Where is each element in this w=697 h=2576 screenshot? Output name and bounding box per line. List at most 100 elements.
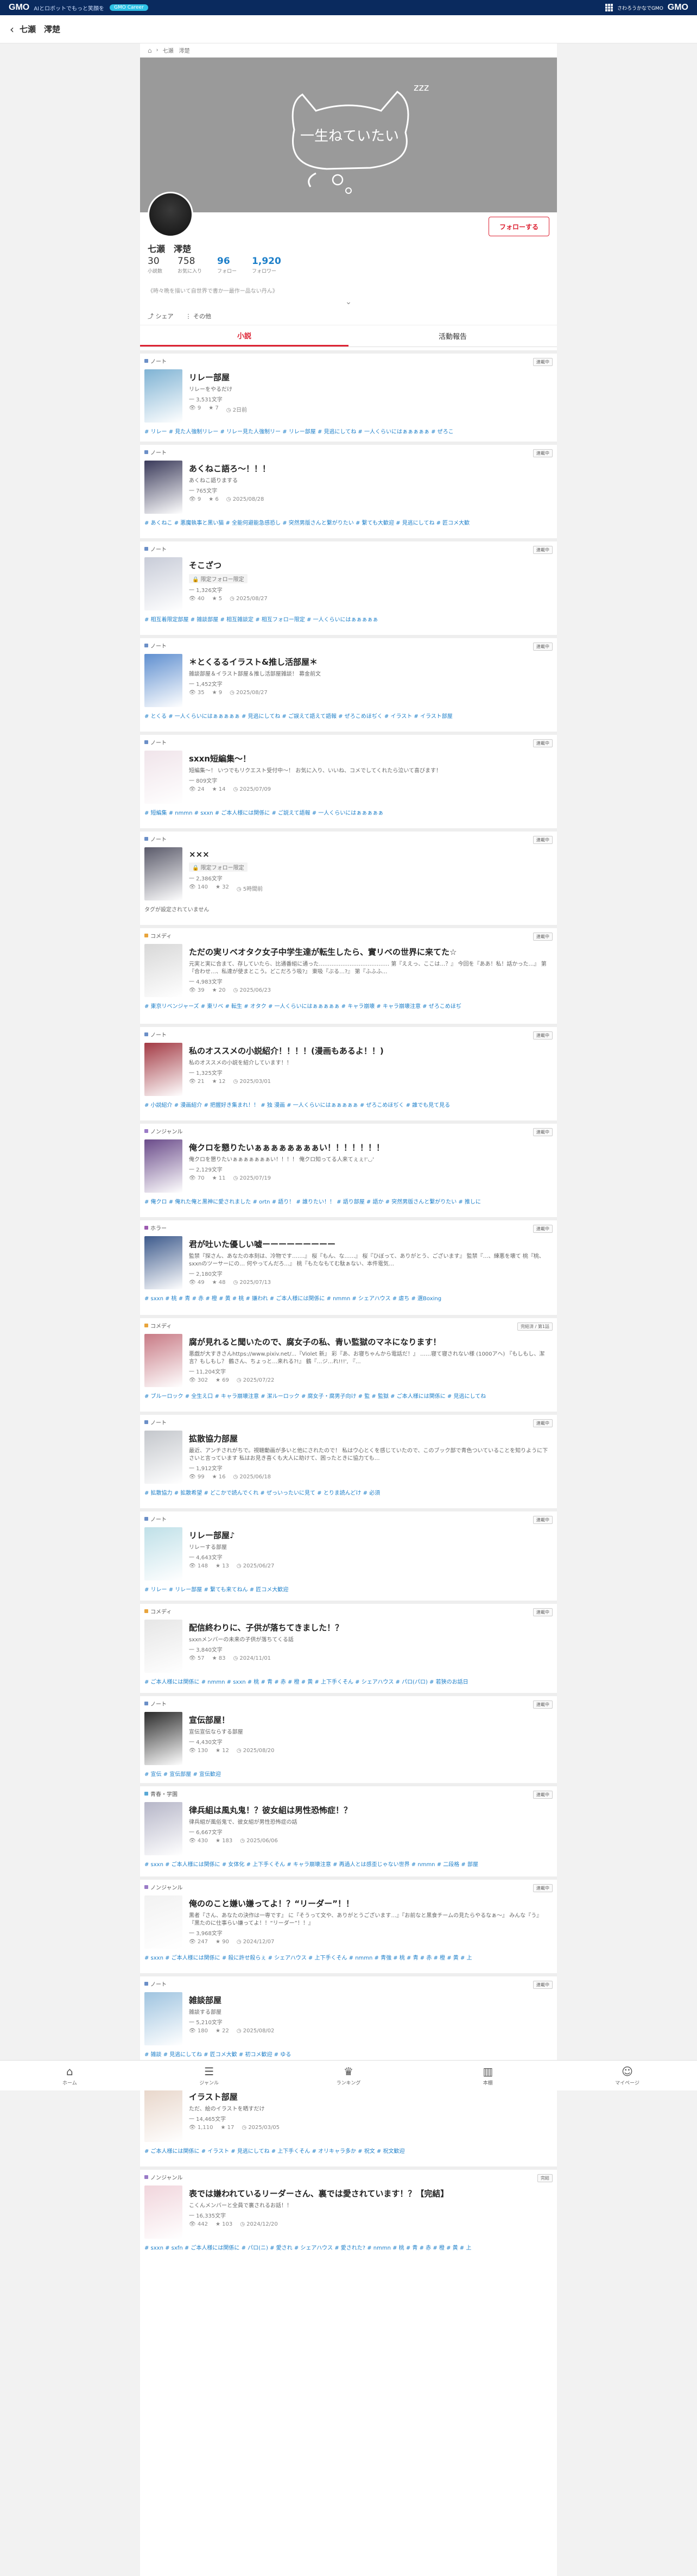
novel-tags[interactable]: # 短編集 # nmmn # sxxn # ご本人様には関係に # ご説えて語報…: [144, 808, 553, 816]
tab-novels[interactable]: 小説: [140, 325, 348, 347]
novel-title[interactable]: 俺クロを懇りたいぁぁぁぁぁぁぁぁい！！！！！！！: [189, 1142, 553, 1153]
novel-title[interactable]: 表では嫌われているリーダーさん、裏では愛されています！？【完結】: [189, 2188, 553, 2199]
novel-card[interactable]: ノンジャンル 連載中 俺ののこと嫌い嫌ってよ！？“リーダー”！！ 黒者『さん、あなたの…: [140, 1876, 557, 1973]
novel-tags[interactable]: # 拡散協力 # 拡散希望 # どこかで読んでくれ # ぜっいったいに見て # …: [144, 1488, 553, 1496]
novel-card[interactable]: ノート 連載中 リレー部屋♪ リレーする部屋一 4,643文字 👁 148 ★ 13 ◷ 2…: [140, 1508, 557, 1601]
novel-tags[interactable]: # sxxn # 桃 # 青 # 赤 # 橙 # 黄 # 桃 # 嫌われ # ご…: [144, 1294, 553, 1301]
novel-thumbnail[interactable]: [144, 461, 182, 514]
novel-tags[interactable]: # 小説紹介 # 漫画紹介 # 把握好き集まれ！！ # 独 漫画 # 一人くらい…: [144, 1100, 553, 1108]
back-arrow-icon[interactable]: ‹: [10, 23, 14, 36]
novel-title[interactable]: ただの実リベオタク女子中学生達が転生したら、實リベの世界に来てた☆: [189, 946, 553, 958]
home-icon[interactable]: ⌂: [148, 47, 152, 54]
novel-card[interactable]: コメディ 完結済 / 第1話 腐が見れると聞いたので、腐女子の私、青い監獄のマネにな…: [140, 1315, 557, 1412]
novel-thumbnail[interactable]: [144, 1895, 182, 1949]
novel-tags[interactable]: # 俺クロ # 俺れた俺と黒神に愛されました # ortn # 語り！ # 誰り…: [144, 1197, 553, 1205]
novel-card[interactable]: ノート 連載中 sxxn短編集～！ 短編集～！ いつでもリクエスト受付中～！ お気に入…: [140, 732, 557, 828]
novel-thumbnail[interactable]: [144, 944, 182, 997]
novel-title[interactable]: リレー部屋: [189, 371, 553, 383]
novel-card[interactable]: ホラー 連載中 君が吐いた優しい嘘ーーーーーーーーー 監禁『探さん、あなたの本刻は、冷…: [140, 1217, 557, 1315]
novel-tags[interactable]: # ご本人様には関係に # nmmn # sxxn # 桃 # 青 # 赤 # …: [144, 1677, 553, 1685]
nav-item-2[interactable]: ♛ ランキング: [279, 2061, 419, 2090]
novel-thumbnail[interactable]: [144, 1802, 182, 1855]
novel-title[interactable]: sxxn短編集～！: [189, 753, 553, 764]
novel-card[interactable]: ノート 連載中 ＊とくるるイラスト&推し活部屋＊ 雑談部屋＆イラスト部屋＆推し活部屋雑…: [140, 635, 557, 732]
novel-card[interactable]: ノート 連載中 拡散協力部屋 最近、アンチされがちで。視聴動画が多いと他にされたので！…: [140, 1412, 557, 1508]
novel-title[interactable]: 律兵組は風丸鬼！？彼女組は男性恐怖症！？: [189, 1804, 553, 1816]
novel-thumbnail[interactable]: [144, 847, 182, 900]
novel-tags[interactable]: # あくねこ # 悪魔執事と黒い猫 # 全能何避能急感恐し # 突然男版さんと繋…: [144, 518, 553, 526]
novel-tags[interactable]: # sxxn # ご本人様には関係に # 殺に許せ殺らぇ # シェアハウス # …: [144, 1953, 553, 1961]
novel-thumbnail[interactable]: [144, 1712, 182, 1765]
novel-card[interactable]: ノート 連載中 そこざつ 🔒 限定フォロー限定一 1,326文字 👁 40 ★ 5 ◷ 20…: [140, 538, 557, 635]
gmo-logo[interactable]: GMO: [9, 3, 29, 12]
novel-title[interactable]: 腐が見れると聞いたので、腐女子の私、青い監獄のマネになります！: [189, 1336, 553, 1347]
novel-thumbnail[interactable]: [144, 1139, 182, 1193]
novel-card[interactable]: ノート 連載中 宣伝部屋！ 宣伝宣伝ならする部屋一 4,430文字 👁 130 ★ 12 ◷…: [140, 1693, 557, 1783]
updated-value: 2025/08/28: [232, 496, 264, 502]
novel-tags[interactable]: # 東京リベンジャーズ # 東リベ # 転生 # オタク # 一人くらいにはぁぁ…: [144, 1002, 553, 1009]
novel-thumbnail[interactable]: [144, 654, 182, 707]
breadcrumb-item[interactable]: 七瀬 澪楚: [163, 46, 190, 54]
novel-card[interactable]: ノート 連載中 リレー部屋 リレーをやるだけ一 3,531文字 👁 9 ★ 7 ◷ 2日前 #…: [140, 350, 557, 442]
expand-chevron-icon[interactable]: ⌄: [140, 298, 557, 307]
avatar[interactable]: [148, 192, 193, 237]
novel-tags[interactable]: # とくる # 一人くらいにはぁぁぁぁぁ # 見逃にしてね # ご誤えて語えて語…: [144, 711, 553, 719]
novel-thumbnail[interactable]: [144, 2089, 182, 2142]
novel-thumbnail[interactable]: [144, 1620, 182, 1673]
novel-card[interactable]: ノート 連載中 あくねこ語ろ～！！！ あくねこ語りまする一 765文字 👁 9 ★ 6 ◷ …: [140, 442, 557, 538]
nav-item-1[interactable]: ☰ ジャンル: [140, 2061, 279, 2090]
tab-activity-reports[interactable]: 活動報告: [348, 325, 557, 347]
novel-title[interactable]: リレー部屋♪: [189, 1529, 553, 1541]
novel-title[interactable]: 宣伝部屋！: [189, 1714, 553, 1725]
novel-title[interactable]: ×××: [189, 849, 553, 859]
novel-title[interactable]: ＊とくるるイラスト&推し活部屋＊: [189, 656, 553, 667]
novel-tags[interactable]: # リレー # リレー部屋 # 繋ても来てねん # 匠コメ大歓迎: [144, 1585, 553, 1592]
novel-title[interactable]: そこざつ: [189, 559, 553, 571]
novel-tags[interactable]: # ご本人様には関係に # イラスト # 見逃にしてね # 上下手くそん # オ…: [144, 2146, 553, 2154]
novel-thumbnail[interactable]: [144, 557, 182, 610]
novel-thumbnail[interactable]: [144, 2185, 182, 2239]
novel-title[interactable]: 君が吐いた優しい嘘ーーーーーーーーー: [189, 1238, 553, 1250]
novel-thumbnail[interactable]: [144, 1043, 182, 1096]
novel-title[interactable]: あくねこ語ろ～！！！: [189, 463, 553, 474]
novel-tags[interactable]: # 相互着限定部屋 # 雑談部屋 # 相互雑談定 # 相互フォロー限定 # 一人…: [144, 615, 553, 622]
novel-card[interactable]: ノンジャンル 連載中 俺クロを懇りたいぁぁぁぁぁぁぁぁい！！！！！！！ 俺クロを懇りた…: [140, 1120, 557, 1217]
novel-title[interactable]: 私のオススメの小説紹介！！！！(漫画もあるよ！！): [189, 1045, 553, 1056]
novel-card[interactable]: ノンジャンル 完結 表では嫌われているリーダーさん、裏では愛されています！？【完結】…: [140, 2166, 557, 2260]
novel-title[interactable]: 配信終わりに、子供が落ちてきました！？: [189, 1622, 553, 1633]
novel-card[interactable]: ノート 連載中 私のオススメの小説紹介！！！！(漫画もあるよ！！) 私のオススメの小説…: [140, 1024, 557, 1120]
novel-title[interactable]: 雑談部屋: [189, 1994, 553, 2006]
novel-card[interactable]: 青春・学園 連載中 律兵組は風丸鬼！？彼女組は男性恐怖症！？ 律兵組が風俗鬼で、彼女組…: [140, 1783, 557, 1876]
novel-card[interactable]: コメディ 連載中 ただの実リベオタク女子中学生達が転生したら、實リベの世界に来てた☆…: [140, 925, 557, 1024]
novel-title[interactable]: イラスト部屋: [189, 2091, 553, 2102]
stat-followers[interactable]: 1,920 フォロワー: [252, 256, 281, 274]
more-button[interactable]: ⋮ その他: [186, 312, 212, 320]
novel-card[interactable]: コメディ 連載中 配信終わりに、子供が落ちてきました！？ sxxnメンバーの未来の子供…: [140, 1601, 557, 1693]
novel-tags[interactable]: # ブルーロック # 全生え口 # キャラ崩壊注意 # 潔ルーロック # 腐女子…: [144, 1391, 553, 1399]
follow-button[interactable]: フォローする: [489, 217, 549, 236]
novel-thumbnail[interactable]: [144, 1431, 182, 1484]
novel-card[interactable]: ノート 連載中 雑談部屋 雑談する部屋一 5,210文字 👁 180 ★ 22 ◷ 2025…: [140, 1973, 557, 2070]
novel-title[interactable]: 俺ののこと嫌い嫌ってよ！？“リーダー”！！: [189, 1898, 553, 1909]
novel-thumbnail[interactable]: [144, 1236, 182, 1289]
nav-item-3[interactable]: ▥ 本棚: [418, 2061, 557, 2090]
novel-tags[interactable]: # sxxn # sxfn # ご本人様には関係に # パロ(ニ) # 愛され …: [144, 2243, 553, 2251]
stat-following[interactable]: 96 フォロー: [217, 256, 237, 274]
gmo-right-logo[interactable]: GMO: [668, 3, 688, 12]
nav-item-4[interactable]: ☺ マイページ: [557, 2061, 697, 2090]
novel-thumbnail[interactable]: [144, 1527, 182, 1580]
gmo-career-badge[interactable]: GMO Career: [110, 4, 148, 11]
share-button[interactable]: ⤴ シェア: [148, 312, 174, 320]
novel-thumbnail[interactable]: [144, 1334, 182, 1387]
novel-tags[interactable]: # 宣伝 # 宣伝部屋 # 宣伝歓迎: [144, 1769, 553, 1777]
novel-thumbnail[interactable]: [144, 751, 182, 804]
novel-thumbnail[interactable]: [144, 1992, 182, 2045]
novel-thumbnail[interactable]: [144, 369, 182, 423]
apps-grid-icon[interactable]: [605, 4, 613, 11]
nav-item-0[interactable]: ⌂ ホーム: [0, 2061, 140, 2090]
novel-tags[interactable]: # sxxn # ご本人様には関係に # 女体化 # 上下手くそん # キャラ崩…: [144, 1860, 553, 1867]
novel-tags[interactable]: # リレー # 見た人強制リレー # リレー見た人強制リー # リレー部屋 # …: [144, 427, 553, 434]
novel-card[interactable]: ノート 連載中 ××× 🔒 限定フォロー限定一 2,386文字 👁 140 ★ 32 ◷ 5…: [140, 828, 557, 925]
novel-tags[interactable]: # 雑談 # 見逃にしてね # 匠コメ大歓 # 初コメ歓迎 # ゆる: [144, 2050, 553, 2057]
novel-title[interactable]: 拡散協力部屋: [189, 1433, 553, 1444]
